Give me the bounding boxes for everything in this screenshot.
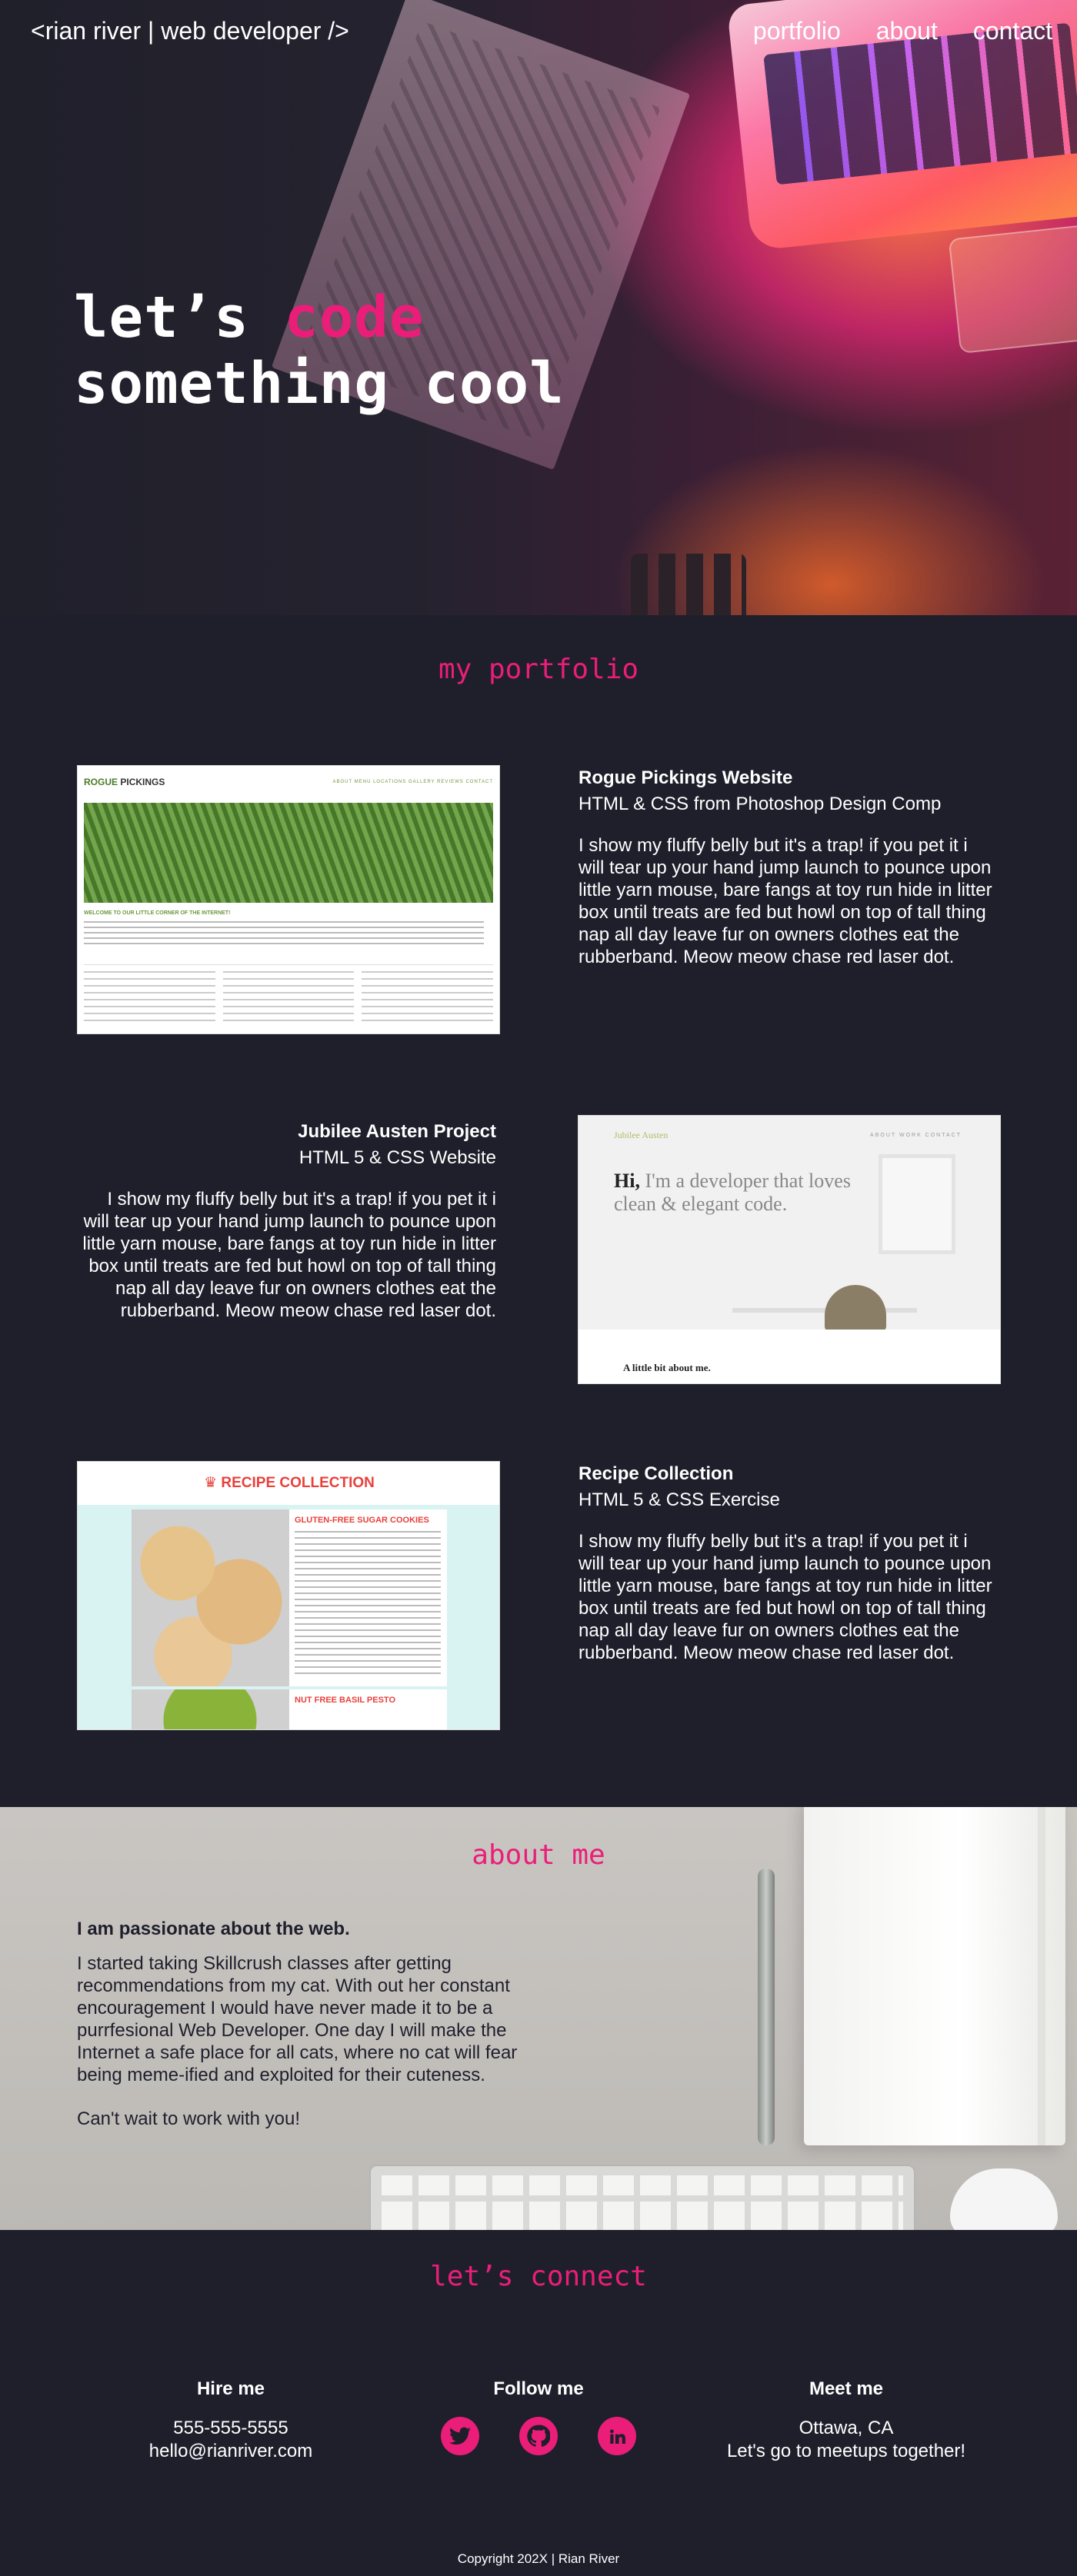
thumb-welcome: WELCOME TO OUR LITTLE CORNER OF THE INTE… <box>84 910 231 916</box>
hire-column: Hire me 555-555-5555 hello@rianriver.com <box>85 2378 377 2463</box>
follow-column: Follow me <box>392 2378 685 2455</box>
project-card: ROGUE PICKINGS ABOUT MENU LOCATIONS GALL… <box>0 765 1077 1042</box>
about-closing: Can't wait to work with you! <box>77 2108 301 2129</box>
thumb-brand: ROGUE PICKINGS <box>84 777 165 787</box>
thumb-recipe-name: NUT FREE BASIL PESTO <box>295 1696 396 1705</box>
thumb-title: ♛ RECIPE COLLECTION <box>204 1475 375 1491</box>
project-subtitle: HTML 5 & CSS Website <box>298 1147 496 1168</box>
about-body: I started taking Skillcrush classes afte… <box>77 1953 518 2085</box>
thumb-footer: A little bit about me. <box>579 1330 1000 1383</box>
mouse-image <box>950 2168 1058 2230</box>
twitter-icon[interactable] <box>441 2417 479 2455</box>
portfolio-title: my portfolio <box>438 654 639 685</box>
project-subtitle: HTML 5 & CSS Exercise <box>579 1489 780 1510</box>
meet-location: Ottawa, CA <box>799 2418 894 2438</box>
about-heading: I am passionate about the web. <box>77 1919 350 1939</box>
pen-image <box>758 1869 775 2145</box>
project-thumbnail-rogue-pickings[interactable]: ROGUE PICKINGS ABOUT MENU LOCATIONS GALL… <box>77 765 500 1034</box>
project-card: ♛ RECIPE COLLECTION GLUTEN-FREE SUGAR CO… <box>0 1461 1077 1738</box>
thumb-menu: ABOUT MENU LOCATIONS GALLERY REVIEWS CON… <box>332 780 493 784</box>
thumb-menu: ABOUT WORK CONTACT <box>870 1133 962 1138</box>
project-description: I show my fluffy belly but it's a trap! … <box>579 835 992 967</box>
project-text: Rogue Pickings Website HTML & CSS from P… <box>579 765 998 968</box>
thumb-picture-frame <box>879 1154 955 1254</box>
project-text: Jubilee Austen Project HTML 5 & CSS Webs… <box>77 1119 496 1322</box>
project-name[interactable]: Jubilee Austen Project <box>77 1119 496 1145</box>
thumb-columns <box>84 964 494 1026</box>
main-nav: portfolio about contact <box>753 17 1052 45</box>
site-logo[interactable]: <rian river | web developer /> <box>31 17 349 45</box>
nav-contact-link[interactable]: contact <box>973 17 1052 45</box>
hero-trackpad-image <box>948 222 1077 354</box>
hero-line2: something cool <box>74 351 565 417</box>
footer-copyright: Copyright 202X | Rian River <box>457 2551 620 2566</box>
about-title: about me <box>472 1839 605 1871</box>
chef-hat-icon: ♛ <box>204 1475 222 1491</box>
thumb-recipe-card: NUT FREE BASIL PESTO <box>132 1689 447 1729</box>
linkedin-icon[interactable] <box>598 2417 636 2455</box>
thumb-recipe-card: GLUTEN-FREE SUGAR COOKIES <box>132 1509 447 1686</box>
hero-section: let’s code something cool <box>0 0 1077 615</box>
thumb-pesto-image <box>132 1689 289 1729</box>
thumb-chair <box>825 1285 886 1331</box>
hire-heading: Hire me <box>196 2378 265 2399</box>
thumb-brand: Jubilee Austen <box>614 1130 669 1140</box>
thumb-tagline: Hi, I'm a developer that loves clean & e… <box>614 1170 851 1215</box>
project-thumbnail-recipe-collection[interactable]: ♛ RECIPE COLLECTION GLUTEN-FREE SUGAR CO… <box>77 1461 500 1730</box>
social-icons <box>392 2417 685 2455</box>
thumb-recipe-name: GLUTEN-FREE SUGAR COOKIES <box>295 1516 429 1525</box>
hero-highlight: code <box>284 285 425 351</box>
thumb-cookies-image <box>132 1509 289 1686</box>
thumb-recipe-lines <box>295 1531 441 1677</box>
thumb-body-text <box>84 921 484 944</box>
meet-heading: Meet me <box>809 2378 884 2399</box>
about-section: about me I am passionate about the web. … <box>0 1807 1077 2230</box>
follow-heading: Follow me <box>493 2378 584 2399</box>
nav-about-link[interactable]: about <box>876 17 938 45</box>
hero-title: let’s code something cool <box>74 285 565 417</box>
connect-title: let’s connect <box>430 2261 647 2292</box>
project-name[interactable]: Rogue Pickings Website <box>579 765 998 791</box>
project-text: Recipe Collection HTML 5 & CSS Exercise … <box>579 1461 998 1664</box>
keyboard-image <box>369 2165 915 2230</box>
project-name[interactable]: Recipe Collection <box>579 1461 998 1487</box>
github-icon[interactable] <box>519 2417 558 2455</box>
project-subtitle: HTML & CSS from Photoshop Design Comp <box>579 794 942 814</box>
hire-email[interactable]: hello@rianriver.com <box>85 2440 377 2463</box>
nav-portfolio-link[interactable]: portfolio <box>753 17 841 45</box>
about-text: I am passionate about the web. I started… <box>77 1919 538 2130</box>
project-description: I show my fluffy belly but it's a trap! … <box>82 1189 496 1321</box>
project-description: I show my fluffy belly but it's a trap! … <box>579 1531 992 1663</box>
hero-line1-prefix: let’s <box>74 285 285 351</box>
hero-markers-image <box>631 554 746 615</box>
thumb-green-beans-image <box>84 803 493 903</box>
project-thumbnail-jubilee-austen[interactable]: Jubilee Austen ABOUT WORK CONTACT Hi, I'… <box>578 1115 1001 1384</box>
meet-note: Let's go to meetups together! <box>726 2441 966 2461</box>
project-card: Jubilee Austen Project HTML 5 & CSS Webs… <box>0 1115 1077 1396</box>
meet-column: Meet me Ottawa, CA Let's go to meetups t… <box>700 2378 992 2463</box>
hire-phone[interactable]: 555-555-5555 <box>85 2417 377 2440</box>
